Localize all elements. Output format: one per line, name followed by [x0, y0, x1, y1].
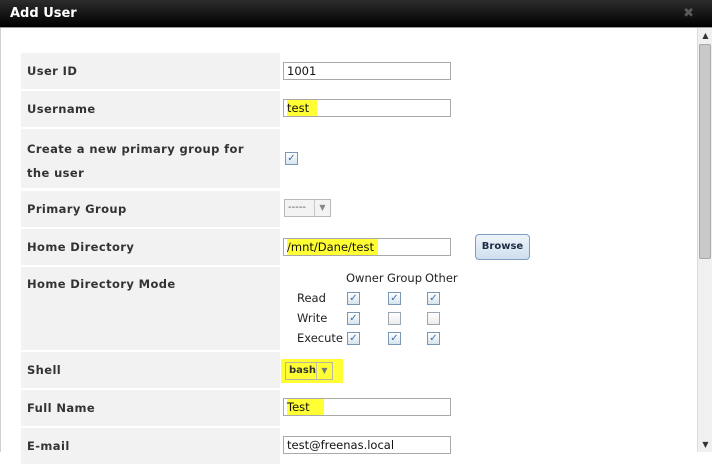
perm-row-execute: Execute — [297, 331, 343, 345]
shell-select[interactable]: bash ▼ — [285, 362, 333, 380]
primary-group-label: Primary Group — [27, 202, 127, 216]
home-directory-mode-label-cell: Home Directory Mode — [21, 267, 280, 350]
full-name-label: Full Name — [27, 401, 96, 415]
scroll-down-icon[interactable]: ▼ — [698, 437, 712, 452]
perm-execute-owner-checkbox[interactable]: ✓ — [347, 332, 360, 345]
check-icon: ✓ — [390, 333, 399, 344]
perm-row-write: Write — [297, 311, 328, 325]
user-id-label-cell: User ID — [21, 53, 280, 89]
primary-group-select[interactable]: ----- ▼ — [284, 199, 331, 217]
username-label: Username — [27, 102, 96, 116]
username-input[interactable]: test — [283, 99, 451, 117]
perm-read-owner-checkbox[interactable]: ✓ — [347, 292, 360, 305]
create-group-checkbox[interactable]: ✓ — [285, 152, 298, 165]
email-label: E-mail — [27, 439, 70, 453]
perm-execute-group-checkbox[interactable]: ✓ — [388, 332, 401, 345]
perm-col-owner: Owner — [346, 271, 384, 285]
home-directory-value: /mnt/Dane/test — [287, 239, 378, 255]
perm-write-group-checkbox[interactable] — [388, 312, 401, 325]
full-name-input[interactable]: Test — [283, 398, 451, 416]
check-icon: ✓ — [390, 293, 399, 304]
email-label-cell: E-mail — [21, 428, 280, 464]
perm-col-group: Group — [387, 271, 423, 285]
email-input[interactable]: test@freenas.local — [283, 436, 451, 454]
chevron-down-icon: ▼ — [314, 200, 330, 216]
dialog-scrollbar[interactable]: ▲ ▼ — [697, 28, 712, 452]
perm-row-read: Read — [297, 291, 326, 305]
username-value: test — [287, 100, 318, 116]
home-directory-label: Home Directory — [27, 240, 135, 254]
browse-button[interactable]: Browse — [475, 234, 530, 260]
perm-read-other-checkbox[interactable]: ✓ — [427, 292, 440, 305]
check-icon: ✓ — [349, 333, 358, 344]
chevron-down-icon: ▼ — [316, 363, 332, 379]
home-directory-input[interactable]: /mnt/Dane/test — [283, 238, 451, 256]
close-icon[interactable]: ✖ — [683, 0, 694, 27]
full-name-label-cell: Full Name — [21, 390, 280, 426]
dialog-title: Add User — [10, 6, 77, 21]
dialog-titlebar: Add User ✖ — [0, 0, 712, 27]
perm-write-other-checkbox[interactable] — [427, 312, 440, 325]
scroll-up-icon[interactable]: ▲ — [698, 28, 712, 43]
primary-group-label-cell: Primary Group — [21, 191, 280, 227]
create-group-label-cell: Create a new primary group for the user — [21, 129, 280, 188]
username-label-cell: Username — [21, 91, 280, 127]
check-icon: ✓ — [349, 313, 358, 324]
primary-group-value: ----- — [288, 202, 307, 213]
full-name-value: Test — [287, 399, 324, 415]
perm-execute-other-checkbox[interactable]: ✓ — [427, 332, 440, 345]
user-id-input[interactable]: 1001 — [283, 62, 451, 80]
check-icon: ✓ — [429, 293, 438, 304]
check-icon: ✓ — [287, 153, 296, 164]
home-directory-mode-label: Home Directory Mode — [27, 277, 176, 291]
perm-col-other: Other — [425, 271, 458, 285]
scrollbar-thumb[interactable] — [699, 44, 711, 259]
check-icon: ✓ — [429, 333, 438, 344]
home-directory-label-cell: Home Directory — [21, 229, 280, 265]
perm-read-group-checkbox[interactable]: ✓ — [388, 292, 401, 305]
shell-label-cell: Shell — [21, 352, 280, 388]
user-id-label: User ID — [27, 64, 78, 78]
create-group-label: Create a new primary group for the user — [27, 142, 244, 180]
check-icon: ✓ — [349, 293, 358, 304]
shell-label: Shell — [27, 363, 62, 377]
perm-write-owner-checkbox[interactable]: ✓ — [347, 312, 360, 325]
shell-value: bash — [289, 365, 316, 376]
